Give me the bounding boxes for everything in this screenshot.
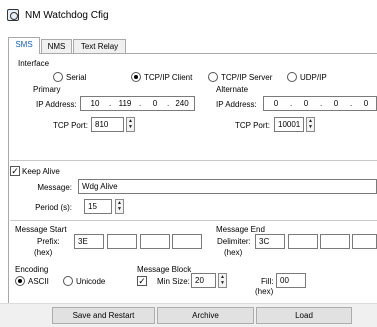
tab-sms[interactable]: SMS	[8, 37, 40, 54]
tab-nms[interactable]: NMS	[41, 39, 72, 53]
prefix-byte-1[interactable]: 3E	[74, 234, 104, 249]
tcp-client-label: TCP/IP Client	[144, 73, 193, 82]
primary-heading: Primary	[33, 85, 61, 94]
spin-down-icon[interactable]: ▼	[219, 280, 226, 286]
radio-ascii[interactable]	[15, 276, 25, 286]
unicode-label: Unicode	[76, 277, 106, 286]
fill-hex-note: (hex)	[255, 287, 274, 296]
delimiter-byte-3[interactable]	[320, 234, 350, 249]
prefix-byte-3[interactable]	[140, 234, 170, 249]
load-button[interactable]: Load	[256, 307, 352, 324]
alternate-port-label: TCP Port:	[235, 121, 270, 130]
min-size-checkbox[interactable]: ✓	[137, 276, 147, 286]
tcp-server-label: TCP/IP Server	[221, 73, 273, 82]
radio-tcp-server[interactable]	[208, 72, 218, 82]
delimiter-byte-2[interactable]	[288, 234, 318, 249]
primary-ip-octet-1: 10	[90, 99, 100, 108]
alternate-ip-octet-3: 0	[333, 99, 339, 108]
prefix-label: Prefix:	[37, 237, 60, 246]
app-icon	[7, 9, 19, 21]
period-label: Period (s):	[35, 203, 72, 212]
message-start-heading: Message Start	[15, 225, 67, 234]
spin-down-icon[interactable]: ▼	[116, 206, 123, 212]
ascii-label: ASCII	[28, 277, 49, 286]
period-input[interactable]: 15	[84, 199, 112, 214]
prefix-byte-2[interactable]	[107, 234, 137, 249]
radio-unicode[interactable]	[63, 276, 73, 286]
fill-label: Fill:	[261, 277, 274, 286]
primary-ip-octet-4: 240	[175, 99, 189, 108]
keep-alive-label: Keep Alive	[22, 167, 60, 176]
prefix-byte-4[interactable]	[172, 234, 202, 249]
archive-button[interactable]: Archive	[157, 307, 254, 324]
radio-udp[interactable]	[287, 72, 297, 82]
delimiter-byte-1[interactable]: 3C	[255, 234, 285, 249]
primary-ip-octet-3: 0	[152, 99, 158, 108]
primary-ip-octet-2: 119	[118, 99, 132, 108]
alternate-port-input[interactable]: 10001	[274, 117, 304, 132]
message-input[interactable]: Wdg Alive	[78, 179, 377, 194]
delimiter-hex-note: (hex)	[224, 248, 243, 257]
sms-panel	[8, 53, 377, 303]
serial-label: Serial	[66, 73, 87, 82]
alternate-port-spinner[interactable]: ▲ ▼	[306, 117, 315, 132]
radio-serial[interactable]	[53, 72, 63, 82]
spin-down-icon[interactable]: ▼	[127, 124, 134, 130]
alternate-ip-label: IP Address:	[216, 100, 257, 109]
delimiter-label: Delimiter:	[217, 237, 251, 246]
message-label: Message:	[37, 183, 72, 192]
alternate-ip-octet-4: 0	[363, 99, 369, 108]
section-divider	[10, 220, 377, 221]
udp-label: UDP/IP	[300, 73, 327, 82]
interface-heading: Interface	[18, 59, 50, 68]
prefix-hex-note: (hex)	[34, 248, 53, 257]
spin-down-icon[interactable]: ▼	[307, 124, 314, 130]
window-title: NM Watchdog Cfig	[25, 10, 109, 21]
min-size-spinner[interactable]: ▲ ▼	[218, 273, 227, 288]
alternate-ip-input[interactable]: 0 . 0 . 0 . 0	[263, 96, 377, 111]
encoding-heading: Encoding	[15, 265, 49, 274]
min-size-input[interactable]: 20	[191, 273, 216, 288]
primary-ip-input[interactable]: 10 . 119 . 0 . 240	[80, 96, 195, 111]
section-divider	[10, 160, 377, 161]
keep-alive-checkbox[interactable]: ✓	[10, 166, 20, 176]
period-spinner[interactable]: ▲ ▼	[115, 199, 124, 214]
tab-text-relay[interactable]: Text Relay	[73, 39, 126, 53]
radio-tcp-client[interactable]	[131, 72, 141, 82]
alternate-heading: Alternate	[216, 85, 249, 94]
primary-port-input[interactable]: 810	[91, 117, 124, 132]
primary-port-spinner[interactable]: ▲ ▼	[126, 117, 135, 132]
alternate-ip-octet-1: 0	[273, 99, 279, 108]
min-size-label: Min Size:	[157, 277, 190, 286]
delimiter-byte-4[interactable]	[352, 234, 377, 249]
fill-input[interactable]: 00	[276, 273, 306, 288]
save-and-restart-button[interactable]: Save and Restart	[52, 307, 155, 324]
title-bar: NM Watchdog Cfig	[0, 0, 377, 32]
alternate-ip-octet-2: 0	[303, 99, 309, 108]
primary-ip-label: IP Address:	[36, 100, 77, 109]
primary-port-label: TCP Port:	[53, 121, 88, 130]
message-block-heading: Message Block	[137, 265, 192, 274]
